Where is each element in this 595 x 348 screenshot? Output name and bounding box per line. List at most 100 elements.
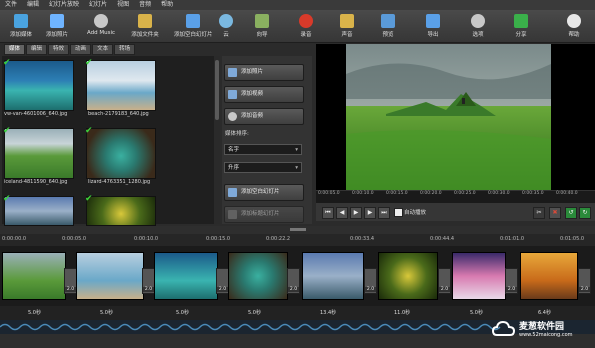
preview-image: [346, 44, 551, 190]
preview-window: [316, 44, 595, 190]
sort-select[interactable]: 名字 ▾: [224, 144, 302, 155]
transition-marker[interactable]: 2.0: [364, 268, 377, 294]
tab-transition[interactable]: 转场: [114, 44, 136, 55]
crop-button[interactable]: ✂: [533, 207, 545, 219]
watermark-url: www.52maicong.com: [519, 332, 573, 338]
export-icon: [426, 14, 440, 28]
check-icon: ✔: [3, 58, 11, 68]
record-icon: [299, 14, 313, 28]
media-library: ✔ vw-van-4601006_640.jpg ✔ beach-2179183…: [2, 56, 214, 226]
help-button[interactable]: 帮助: [555, 13, 593, 41]
timeline-clip-autumn[interactable]: [520, 252, 578, 300]
timeline-clip-beach[interactable]: [76, 252, 144, 300]
tab-text[interactable]: 文本: [92, 44, 114, 55]
record-button[interactable]: 录音: [287, 13, 325, 41]
sound-icon: [340, 14, 354, 28]
zoom-handle[interactable]: [290, 228, 306, 231]
preview-icon: [381, 14, 395, 28]
media-scrollbar[interactable]: [214, 56, 220, 224]
export-button[interactable]: 导出: [414, 13, 452, 41]
options-icon: [471, 14, 485, 28]
add-photo-side-button[interactable]: 添加照片: [224, 64, 304, 81]
add-video-side-button[interactable]: 添加视频: [224, 86, 304, 103]
media-side-panel: 添加照片 添加视频 添加音频 媒体排序: 名字 ▾ 升序 ▾ 添加空白幻灯片 添加标…: [222, 56, 312, 224]
media-thumb-waterfall[interactable]: ✔: [3, 194, 74, 226]
music-icon: [94, 14, 108, 28]
options-button[interactable]: 选项: [459, 13, 497, 41]
check-icon: ✔: [85, 58, 93, 68]
transition-marker[interactable]: 2.0: [287, 268, 300, 294]
menu-slideshow[interactable]: 幻灯片放映: [44, 0, 84, 10]
menu-edit[interactable]: 编辑: [22, 0, 44, 10]
share-button[interactable]: 分享: [502, 13, 540, 41]
skip-end-button[interactable]: ⏭: [378, 207, 390, 219]
panel-tabs: 媒体 编辑 特效 动画 文本 转场: [4, 44, 136, 55]
play-button[interactable]: ▶: [350, 207, 362, 219]
timeline-clip-iceland[interactable]: [2, 252, 66, 300]
folder-icon: [138, 14, 152, 28]
cloud-button[interactable]: 云: [207, 13, 245, 41]
autoplay-label: 自动播放: [404, 210, 427, 216]
chevron-down-icon: ▾: [295, 165, 298, 171]
transition-marker[interactable]: 2.0: [438, 268, 451, 294]
skip-start-button[interactable]: ⏮: [322, 207, 334, 219]
add-audio-side-button[interactable]: 添加音频: [224, 108, 304, 125]
transition-marker[interactable]: 2.0: [505, 268, 518, 294]
sound-button[interactable]: 声音: [328, 13, 366, 41]
check-icon: ✔: [85, 126, 93, 136]
add-media-button[interactable]: 添加媒体: [2, 13, 40, 41]
next-button[interactable]: ▶: [364, 207, 376, 219]
media-caption: beach-2179183_640.jpg: [88, 111, 149, 117]
add-media-icon: [14, 14, 28, 28]
media-thumb-lizard[interactable]: ✔: [85, 126, 156, 179]
autoplay-checkbox[interactable]: [394, 208, 403, 217]
timeline-clip-sunset[interactable]: [452, 252, 506, 300]
media-caption: lizard-4763351_1280.jpg: [88, 179, 151, 185]
scrollbar-thumb[interactable]: [215, 60, 219, 120]
title-slide-icon: [228, 210, 237, 219]
tab-edit[interactable]: 编辑: [26, 44, 48, 55]
order-select[interactable]: 升序 ▾: [224, 162, 302, 173]
preview-ruler: 0:00:05.0 0:00:10.0 0:00:15.0 0:00:20.0 …: [316, 190, 595, 203]
add-music-button[interactable]: Add Music: [82, 13, 120, 41]
preview-button[interactable]: 预览: [369, 13, 407, 41]
rotate-right-button[interactable]: ↻: [579, 207, 591, 219]
audio-icon: [228, 112, 237, 121]
menu-audio[interactable]: 音频: [134, 0, 156, 10]
menu-file[interactable]: 文件: [0, 0, 22, 10]
timeline-clip-van[interactable]: [154, 252, 218, 300]
add-folder-button[interactable]: 添加文件夹: [126, 13, 164, 41]
media-thumb-van[interactable]: ✔: [3, 58, 74, 111]
rotate-left-button[interactable]: ↺: [565, 207, 577, 219]
timeline-zoom-bar[interactable]: [0, 226, 595, 234]
add-photo-button[interactable]: 添加照片: [38, 13, 76, 41]
chevron-down-icon: ▾: [295, 147, 298, 153]
timeline-clip-waterfall[interactable]: [302, 252, 364, 300]
prev-button[interactable]: ◀: [336, 207, 348, 219]
wizard-button[interactable]: 向导: [243, 13, 281, 41]
wizard-icon: [255, 14, 269, 28]
delete-button[interactable]: ✖: [549, 207, 561, 219]
tab-animation[interactable]: 动画: [70, 44, 92, 55]
menu-slide[interactable]: 幻灯片: [84, 0, 112, 10]
cloud-icon: [219, 14, 233, 28]
timeline-clip-leaf[interactable]: [378, 252, 438, 300]
tab-effects[interactable]: 特效: [48, 44, 70, 55]
add-title-slide-side-button[interactable]: 添加标题幻灯片: [224, 206, 304, 223]
media-caption: iceland-4811590_640.jpg: [4, 179, 68, 185]
menu-view[interactable]: 视图: [112, 0, 134, 10]
add-blank-slide-side-button[interactable]: 添加空白幻灯片: [224, 184, 304, 201]
timeline-clip-lizard[interactable]: [228, 252, 288, 300]
media-thumb-beach[interactable]: ✔: [85, 58, 156, 111]
blank-slide-icon: [186, 14, 200, 28]
media-thumb-leaf[interactable]: ✔: [85, 194, 156, 226]
check-icon: ✔: [3, 194, 11, 204]
share-icon: [514, 14, 528, 28]
tab-media[interactable]: 媒体: [4, 44, 26, 55]
add-photo-icon: [50, 14, 64, 28]
transition-marker[interactable]: 2.0: [578, 268, 591, 294]
photo-icon: [228, 68, 237, 77]
menu-help[interactable]: 帮助: [156, 0, 178, 10]
media-thumb-iceland[interactable]: ✔: [3, 126, 74, 179]
timeline-track: 2.0 2.0 2.0 2.0 2.0 2.0 2.0 2.0: [0, 246, 595, 306]
